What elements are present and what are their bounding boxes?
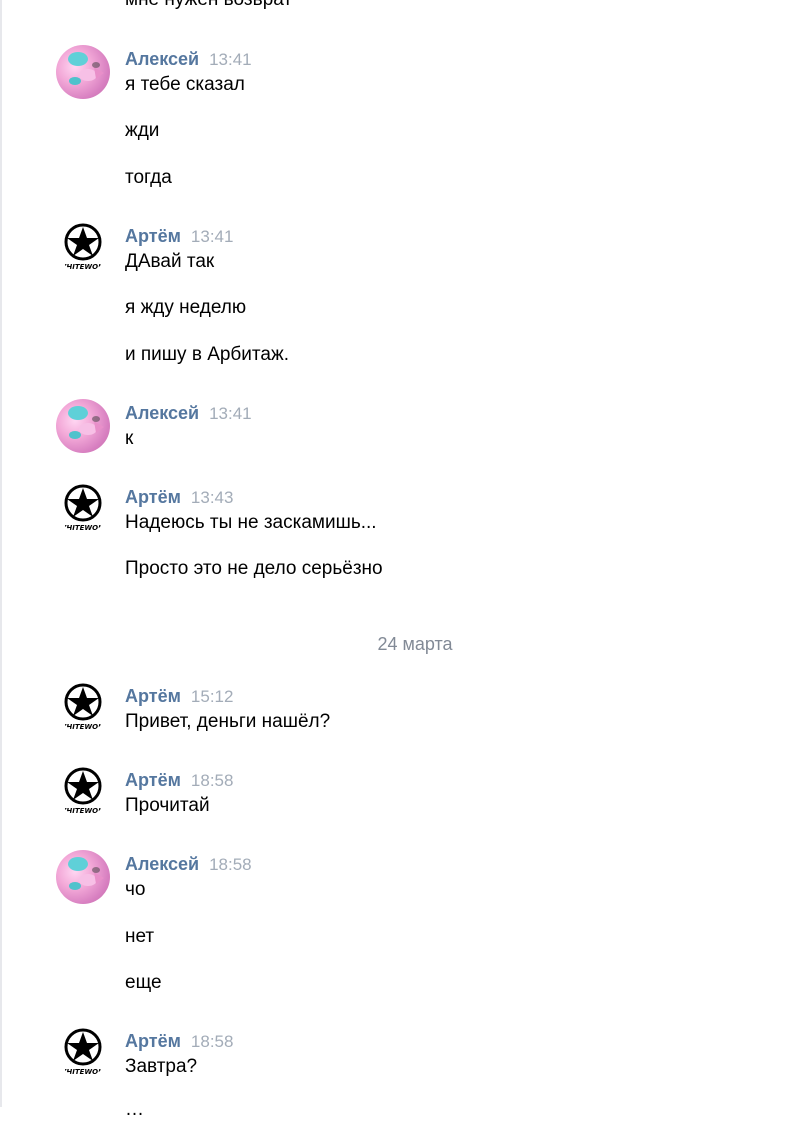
message-time[interactable]: 18:58	[191, 771, 234, 791]
message-time[interactable]: 18:58	[209, 855, 252, 875]
whitewolf-star-logo-icon: WHITEWOLF	[59, 683, 108, 731]
message-time[interactable]: 13:41	[209, 50, 252, 70]
author-name[interactable]: Артём	[125, 770, 181, 791]
message-time[interactable]: 18:58	[191, 1032, 234, 1052]
avatar-artem[interactable]: WHITEWOLF	[56, 762, 110, 816]
svg-text:WHITEWOLF: WHITEWOLF	[59, 1068, 108, 1076]
svg-text:WHITEWOLF: WHITEWOLF	[59, 807, 108, 815]
author-name[interactable]: Артём	[125, 226, 181, 247]
message-time[interactable]: 15:12	[191, 687, 234, 707]
author-name[interactable]: Алексей	[125, 49, 199, 70]
whitewolf-star-logo-icon: WHITEWOLF	[59, 484, 108, 532]
message-text: Привет, деньги нашёл?	[125, 711, 331, 732]
pink-character-avatar-icon	[68, 857, 104, 890]
author-name[interactable]: Алексей	[125, 403, 199, 424]
message-header: Алексей 13:41	[125, 49, 252, 71]
message-text: Прочитай	[125, 795, 210, 816]
message-text-partial: …	[125, 1099, 144, 1120]
message-header: Артём 18:58	[125, 770, 233, 792]
author-name[interactable]: Артём	[125, 1031, 181, 1052]
author-name[interactable]: Артём	[125, 487, 181, 508]
avatar-artem[interactable]: WHITEWOLF	[56, 218, 110, 272]
message-text: чо	[125, 879, 146, 900]
message-time[interactable]: 13:43	[191, 488, 234, 508]
svg-text:WHITEWOLF: WHITEWOLF	[59, 524, 108, 532]
chat-history[interactable]: мне нужен возврат Алексей 13:41 я тебе с…	[0, 0, 806, 1120]
whitewolf-star-logo-icon: WHITEWOLF	[59, 223, 108, 271]
pink-character-avatar-icon	[68, 52, 104, 85]
message-text: я тебе сказал	[125, 74, 245, 95]
message-header: Артём 13:41	[125, 226, 233, 248]
message-text: к	[125, 428, 134, 449]
message-text: тогда	[125, 167, 172, 188]
avatar-artem[interactable]: WHITEWOLF	[56, 479, 110, 533]
avatar-aleksey[interactable]	[56, 45, 110, 99]
pink-character-avatar-icon	[68, 406, 104, 439]
message-text: Надеюсь ты не заскамишь...	[125, 512, 377, 533]
message-text-partial: мне нужен возврат	[125, 0, 292, 12]
message-text: Завтра?	[125, 1056, 198, 1077]
avatar-artem[interactable]: WHITEWOLF	[56, 678, 110, 732]
svg-text:WHITEWOLF: WHITEWOLF	[59, 723, 108, 731]
whitewolf-star-logo-icon: WHITEWOLF	[59, 1028, 108, 1076]
message-header: Артём 18:58	[125, 1031, 233, 1053]
date-divider: 24 марта	[377, 634, 453, 654]
message-text: я жду неделю	[125, 297, 247, 318]
message-header: Алексей 13:41	[125, 403, 252, 425]
svg-text:WHITEWOLF: WHITEWOLF	[59, 263, 108, 271]
message-header: Алексей 18:58	[125, 854, 252, 876]
message-time[interactable]: 13:41	[191, 227, 234, 247]
avatar-aleksey[interactable]	[56, 399, 110, 453]
message-header: Артём 13:43	[125, 487, 233, 509]
avatar-aleksey[interactable]	[56, 850, 110, 904]
message-text: ДАвай так	[125, 251, 215, 272]
message-text: еще	[125, 972, 162, 993]
author-name[interactable]: Артём	[125, 686, 181, 707]
message-text: и пишу в Арбитаж.	[125, 344, 289, 365]
author-name[interactable]: Алексей	[125, 854, 199, 875]
message-text: жди	[125, 120, 160, 141]
avatar-artem[interactable]: WHITEWOLF	[56, 1023, 110, 1077]
message-header: Артём 15:12	[125, 686, 233, 708]
message-text: нет	[125, 926, 155, 947]
whitewolf-star-logo-icon: WHITEWOLF	[59, 767, 108, 815]
message-time[interactable]: 13:41	[209, 404, 252, 424]
message-text: Просто это не дело серьёзно	[125, 558, 383, 579]
